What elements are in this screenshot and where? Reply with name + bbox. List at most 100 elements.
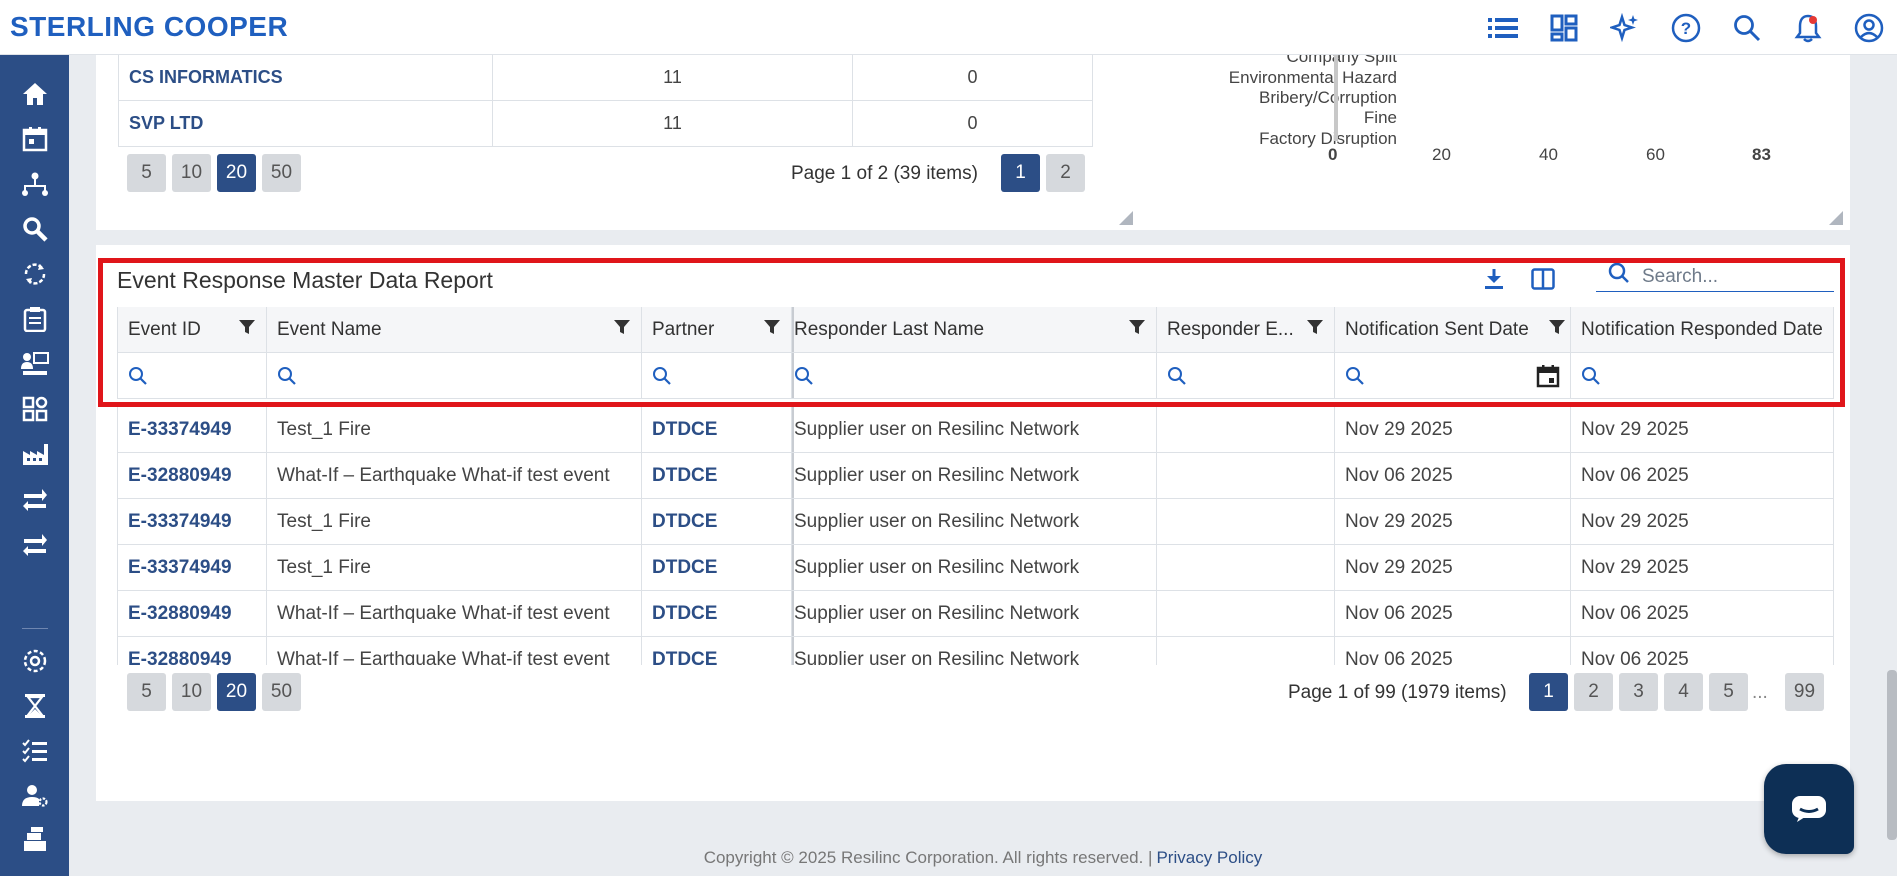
- column-header-partner[interactable]: Partner: [642, 307, 792, 352]
- page-1-button[interactable]: 1: [1529, 673, 1568, 711]
- search-icon: [1608, 262, 1629, 283]
- page-size-10-button[interactable]: 10: [172, 154, 211, 192]
- filter-cell-partner[interactable]: [642, 353, 792, 398]
- table-row[interactable]: E-33374949 Test_1 Fire DTDCE Supplier us…: [117, 407, 1834, 453]
- filter-cell-event-name[interactable]: [267, 353, 642, 398]
- partner-name[interactable]: SVP LTD: [119, 101, 493, 146]
- page-3-button[interactable]: 3: [1619, 673, 1658, 711]
- partner-link[interactable]: DTDCE: [642, 453, 792, 498]
- column-header-notification-sent-date[interactable]: Notification Sent Date: [1335, 307, 1571, 352]
- notification-responded-date-cell: Nov 29 2025: [1571, 545, 1834, 590]
- partner-name[interactable]: CS INFORMATICS: [119, 55, 493, 100]
- ai-sparkle-icon[interactable]: [1608, 11, 1641, 44]
- partner-link[interactable]: DTDCE: [642, 499, 792, 544]
- partner-link[interactable]: DTDCE: [642, 545, 792, 590]
- factory-icon[interactable]: [19, 438, 50, 469]
- column-header-label: Event ID: [128, 318, 201, 340]
- search-icon[interactable]: [1730, 11, 1763, 44]
- column-header-event-name[interactable]: Event Name: [267, 307, 642, 352]
- page-last-button[interactable]: 99: [1785, 673, 1824, 711]
- column-header-event-id[interactable]: Event ID: [117, 307, 267, 352]
- column-header-responder-email[interactable]: Responder E...: [1157, 307, 1335, 352]
- page-2-button[interactable]: 2: [1574, 673, 1613, 711]
- calendar-icon[interactable]: [19, 123, 50, 154]
- apps-icon[interactable]: [19, 393, 50, 424]
- table-row[interactable]: SVP LTD 11 0: [118, 101, 1093, 147]
- search-icon: [653, 366, 671, 385]
- event-id-link[interactable]: E-32880949: [117, 453, 267, 498]
- table-row[interactable]: E-33374949 Test_1 Fire DTDCE Supplier us…: [117, 499, 1834, 545]
- page-size-5-button[interactable]: 5: [127, 673, 166, 711]
- filter-cell-notification-responded-date[interactable]: [1571, 353, 1834, 398]
- page-size-10-button[interactable]: 10: [172, 673, 211, 711]
- page-2-button[interactable]: 2: [1046, 154, 1085, 192]
- partner-link[interactable]: DTDCE: [642, 591, 792, 636]
- page-scrollbar[interactable]: [1887, 670, 1897, 840]
- table-row[interactable]: E-33374949 Test_1 Fire DTDCE Supplier us…: [117, 545, 1834, 591]
- filter-funnel-icon[interactable]: [1306, 318, 1324, 342]
- privacy-policy-link[interactable]: Privacy Policy: [1156, 848, 1262, 868]
- table-row[interactable]: E-32880949 What-If – Earthquake What-if …: [117, 453, 1834, 499]
- search-discovery-icon[interactable]: [19, 213, 50, 244]
- filter-cell-responder-last-name[interactable]: [792, 353, 1157, 398]
- clipboard-icon[interactable]: [19, 303, 50, 334]
- filter-funnel-icon[interactable]: [763, 318, 781, 342]
- notification-sent-date-cell: Nov 29 2025: [1335, 407, 1571, 452]
- swap-icon[interactable]: [19, 528, 50, 559]
- help-icon[interactable]: ?: [1669, 11, 1702, 44]
- filter-cell-responder-email[interactable]: [1157, 353, 1335, 398]
- partner-link[interactable]: DTDCE: [642, 637, 792, 665]
- page-size-50-button[interactable]: 50: [262, 154, 301, 192]
- notification-bell-icon[interactable]: [1791, 11, 1824, 44]
- team-presentation-icon[interactable]: [19, 348, 50, 379]
- page-1-button[interactable]: 1: [1001, 154, 1040, 192]
- event-id-link[interactable]: E-33374949: [117, 407, 267, 452]
- calendar-picker-icon[interactable]: [1536, 364, 1560, 394]
- search-input[interactable]: [1642, 265, 1832, 288]
- hourglass-icon[interactable]: [19, 690, 50, 721]
- settings-gear-icon[interactable]: [19, 645, 50, 676]
- column-header-notification-responded-date[interactable]: Notification Responded Date: [1571, 307, 1834, 352]
- filter-funnel-icon[interactable]: [613, 318, 631, 342]
- page-size-50-button[interactable]: 50: [262, 673, 301, 711]
- count-cell: 0: [967, 113, 978, 133]
- sync-icon[interactable]: [19, 258, 50, 289]
- cash-register-icon[interactable]: [19, 823, 50, 854]
- column-header-responder-last-name[interactable]: Responder Last Name: [792, 307, 1157, 352]
- dashboard-icon[interactable]: [1547, 11, 1580, 44]
- search-icon: [1168, 366, 1186, 385]
- event-id-link[interactable]: E-33374949: [117, 545, 267, 590]
- panel-resize-handle[interactable]: [1829, 211, 1843, 225]
- home-icon[interactable]: [19, 78, 50, 109]
- user-settings-icon[interactable]: [19, 780, 50, 811]
- user-profile-icon[interactable]: [1852, 11, 1885, 44]
- transfer-icon[interactable]: [19, 483, 50, 514]
- filter-funnel-icon[interactable]: [1128, 318, 1146, 342]
- page-size-20-button[interactable]: 20: [217, 673, 256, 711]
- search-icon: [129, 366, 147, 385]
- column-chooser-icon[interactable]: [1531, 268, 1555, 295]
- report-search-box[interactable]: [1596, 262, 1834, 292]
- filter-cell-notification-sent-date[interactable]: [1335, 353, 1571, 398]
- table-row[interactable]: CS INFORMATICS 11 0: [118, 55, 1093, 101]
- page-size-20-button[interactable]: 20: [217, 154, 256, 192]
- chat-icon: [1792, 796, 1826, 822]
- page-size-5-button[interactable]: 5: [127, 154, 166, 192]
- table-row[interactable]: E-32880949 What-If – Earthquake What-if …: [117, 637, 1834, 665]
- list-icon[interactable]: [1486, 11, 1519, 44]
- panel-resize-handle[interactable]: [1119, 211, 1133, 225]
- partner-link[interactable]: DTDCE: [642, 407, 792, 452]
- filter-funnel-icon[interactable]: [238, 318, 256, 342]
- download-icon[interactable]: [1483, 267, 1505, 296]
- event-id-link[interactable]: E-32880949: [117, 591, 267, 636]
- filter-funnel-icon[interactable]: [1548, 318, 1566, 342]
- event-id-link[interactable]: E-33374949: [117, 499, 267, 544]
- event-id-link[interactable]: E-32880949: [117, 637, 267, 665]
- checklist-icon[interactable]: [19, 735, 50, 766]
- page-4-button[interactable]: 4: [1664, 673, 1703, 711]
- brand-logo[interactable]: STERLING COOPER: [10, 11, 288, 43]
- page-5-button[interactable]: 5: [1709, 673, 1748, 711]
- table-row[interactable]: E-32880949 What-If – Earthquake What-if …: [117, 591, 1834, 637]
- filter-cell-event-id[interactable]: [117, 353, 267, 398]
- network-hierarchy-icon[interactable]: [19, 168, 50, 199]
